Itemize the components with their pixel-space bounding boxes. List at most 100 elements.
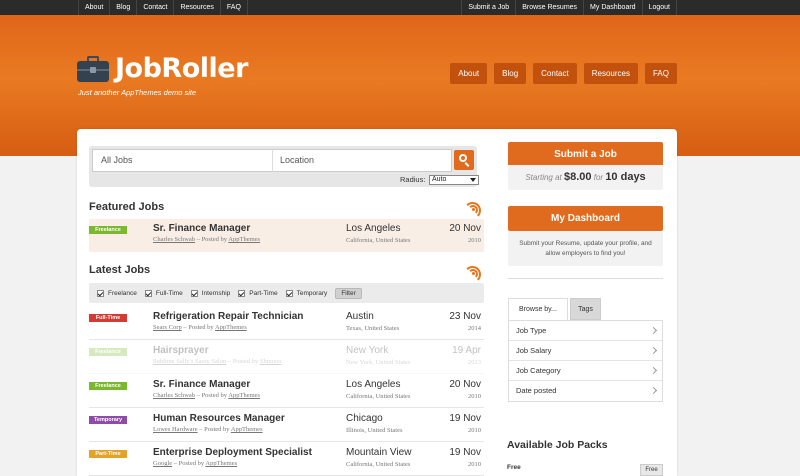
job-type-badge: Freelance xyxy=(89,348,127,356)
sidebar-divider xyxy=(508,278,663,279)
job-row[interactable]: Temporary Human Resources Manager Lowes … xyxy=(89,409,484,442)
job-row[interactable]: Freelance Sr. Finance Manager Charles Sc… xyxy=(89,375,484,408)
location-input[interactable]: Location xyxy=(272,149,452,172)
featured-job-row[interactable]: Freelance Sr. Finance Manager Charles Sc… xyxy=(89,219,484,252)
posted-by-text: – Posted by xyxy=(226,358,260,365)
nav-blog[interactable]: Blog xyxy=(494,63,527,84)
checkbox-checked-icon[interactable] xyxy=(238,289,246,297)
job-location: Los Angeles xyxy=(346,379,401,390)
job-title[interactable]: Sr. Finance Manager xyxy=(153,379,250,390)
job-row-expired[interactable]: Freelance Hairsprayer Sublime Sally's Sa… xyxy=(89,341,484,374)
poster-link[interactable]: AppThemes xyxy=(228,236,260,243)
filter-part-time[interactable]: Part-Time xyxy=(238,289,278,297)
top-link-browse-resumes[interactable]: Browse Resumes xyxy=(516,0,585,15)
filter-label: Freelance xyxy=(108,289,137,297)
job-search-input[interactable]: All Jobs xyxy=(92,149,273,172)
job-location: Los Angeles xyxy=(346,223,401,234)
job-region: California, United States xyxy=(346,393,411,400)
price-value: $8.00 xyxy=(564,171,592,183)
checkbox-checked-icon[interactable] xyxy=(144,289,152,297)
company-link[interactable]: Charles Schwab xyxy=(153,392,195,399)
briefcase-icon xyxy=(77,55,109,82)
job-meta: Charles Schwab – Posted by AppThemes xyxy=(153,392,260,399)
job-title[interactable]: Sr. Finance Manager xyxy=(153,223,250,234)
top-bar: About Blog Contact Resources FAQ Submit … xyxy=(0,0,800,15)
filter-label: Full-Time xyxy=(155,289,183,297)
job-row[interactable]: Part-Time Enterprise Deployment Speciali… xyxy=(89,443,484,476)
nav-about[interactable]: About xyxy=(450,63,488,84)
radius-select[interactable]: Auto xyxy=(429,175,479,185)
top-link-submit-job[interactable]: Submit a Job xyxy=(461,0,517,15)
job-title[interactable]: Human Resources Manager xyxy=(153,413,285,424)
chevron-right-icon xyxy=(649,366,658,375)
poster-link[interactable]: AppThemes xyxy=(215,324,247,331)
job-row[interactable]: Full-Time Refrigeration Repair Technicia… xyxy=(89,307,484,340)
poster-link[interactable]: AppThemes xyxy=(205,460,237,467)
posted-by-text: – Posted by xyxy=(197,426,231,433)
filter-freelance[interactable]: Freelance xyxy=(97,289,137,297)
filter-label: Temporary xyxy=(296,289,328,297)
filter-temporary[interactable]: Temporary xyxy=(285,289,328,297)
company-link[interactable]: Sublime Sally's Sassy Salon xyxy=(153,358,226,365)
top-link-my-dashboard[interactable]: My Dashboard xyxy=(584,0,643,15)
chevron-right-icon xyxy=(649,326,658,335)
company-link[interactable]: Google xyxy=(153,460,172,467)
job-region: New York, United States xyxy=(346,359,411,366)
job-year: 2013 xyxy=(468,359,481,366)
job-date: 20 Nov xyxy=(449,379,481,390)
top-link-faq[interactable]: FAQ xyxy=(221,0,248,15)
job-region: Texas, United States xyxy=(346,325,400,332)
duration-value: 10 days xyxy=(605,171,646,183)
top-link-logout[interactable]: Logout xyxy=(643,0,677,15)
submit-job-button[interactable]: Submit a Job xyxy=(508,142,663,167)
checkbox-checked-icon[interactable] xyxy=(190,289,198,297)
tab-browse-by[interactable]: Browse by... xyxy=(508,298,568,320)
search-box: All Jobs Location Radius: Auto xyxy=(89,146,479,187)
job-type-badge: Freelance xyxy=(89,382,127,390)
my-dashboard-button[interactable]: My Dashboard xyxy=(508,206,663,231)
job-date: 20 Nov xyxy=(449,223,481,234)
browse-tabs: Browse by... Tags xyxy=(508,298,663,320)
job-title[interactable]: Refrigeration Repair Technician xyxy=(153,311,303,322)
top-link-blog[interactable]: Blog xyxy=(110,0,138,15)
top-link-contact[interactable]: Contact xyxy=(137,0,175,15)
job-pack-select-button[interactable]: Free xyxy=(640,464,663,476)
browse-job-salary[interactable]: Job Salary xyxy=(509,341,662,361)
checkbox-checked-icon[interactable] xyxy=(97,289,104,297)
job-meta: Sears Corp – Posted by AppThemes xyxy=(153,324,247,331)
filter-full-time[interactable]: Full-Time xyxy=(144,289,183,297)
rss-icon[interactable] xyxy=(464,266,481,283)
dashboard-description: Submit your Resume, update your profile,… xyxy=(508,231,663,266)
filter-internship[interactable]: Internship xyxy=(190,289,230,297)
job-title[interactable]: Hairsprayer xyxy=(153,345,209,356)
browse-job-category[interactable]: Job Category xyxy=(509,361,662,381)
nav-contact[interactable]: Contact xyxy=(533,63,577,84)
top-link-about[interactable]: About xyxy=(78,0,111,15)
featured-jobs-heading: Featured Jobs xyxy=(89,201,165,213)
posted-by-text: – Posted by xyxy=(181,324,215,331)
nav-resources[interactable]: Resources xyxy=(583,63,638,84)
top-link-resources[interactable]: Resources xyxy=(174,0,221,15)
chevron-right-icon xyxy=(649,346,658,355)
rss-icon[interactable] xyxy=(464,202,481,219)
poster-link[interactable]: AppThemes xyxy=(231,426,263,433)
nav-faq[interactable]: FAQ xyxy=(644,63,677,84)
tab-tags[interactable]: Tags xyxy=(570,298,601,320)
site-logo[interactable]: JobRoller xyxy=(77,53,248,84)
browse-job-type[interactable]: Job Type xyxy=(509,321,662,341)
company-link[interactable]: Sears Corp xyxy=(153,324,182,331)
job-type-badge: Temporary xyxy=(89,416,127,424)
poster-link[interactable]: Shmooo xyxy=(260,358,282,365)
browse-label: Job Category xyxy=(516,366,561,375)
company-link[interactable]: Charles Schwab xyxy=(153,236,195,243)
checkbox-checked-icon[interactable] xyxy=(285,289,293,297)
top-nav-right: Submit a Job Browse Resumes My Dashboard… xyxy=(461,0,677,15)
filter-button[interactable]: Filter xyxy=(335,287,362,299)
main-nav: About Blog Contact Resources FAQ xyxy=(450,63,677,84)
company-link[interactable]: Lowes Hardware xyxy=(153,426,198,433)
search-button[interactable] xyxy=(454,150,474,170)
site-tagline: Just another AppThemes demo site xyxy=(78,88,197,97)
poster-link[interactable]: AppThemes xyxy=(228,392,260,399)
browse-date-posted[interactable]: Date posted xyxy=(509,381,662,401)
job-title[interactable]: Enterprise Deployment Specialist xyxy=(153,447,312,458)
